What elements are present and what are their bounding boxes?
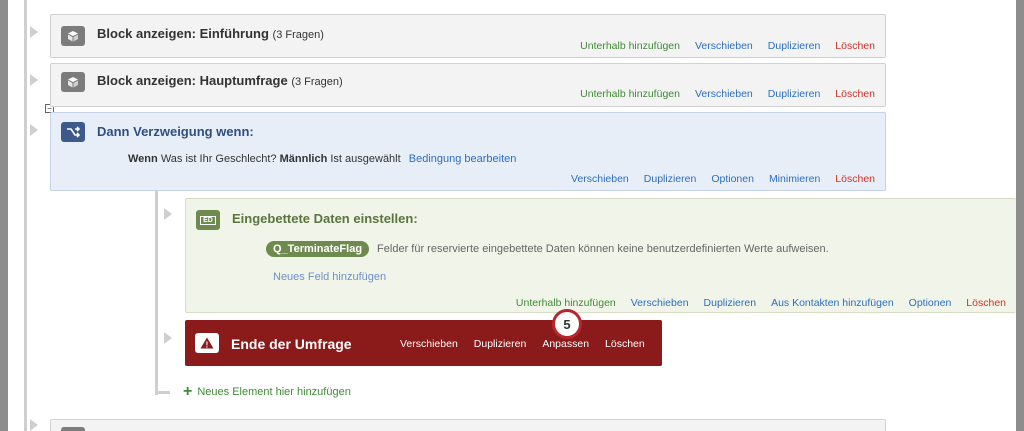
duplicate-link[interactable]: Duplizieren — [768, 40, 821, 52]
duplicate-link[interactable]: Duplizieren — [644, 173, 697, 185]
duplicate-link[interactable]: Duplizieren — [704, 297, 757, 309]
add-new-field-link[interactable]: Neues Feld hinzufügen — [273, 271, 386, 283]
flow-arrow — [30, 74, 38, 86]
delete-link[interactable]: Löschen — [835, 40, 875, 52]
delete-link[interactable]: Löschen — [966, 297, 1006, 309]
branch-icon — [61, 122, 85, 142]
block-cube-icon — [61, 26, 85, 46]
branch-line — [155, 190, 158, 395]
embedded-field-row: Q_TerminateFlag Felder für reservierte e… — [266, 241, 829, 257]
block-card-main: Block anzeigen: Hauptumfrage (3 Fragen) … — [50, 63, 886, 107]
duplicate-link[interactable]: Duplizieren — [768, 88, 821, 100]
plus-icon: + — [183, 383, 193, 400]
add-from-contacts-link[interactable]: Aus Kontakten hinzufügen — [771, 297, 894, 309]
delete-link[interactable]: Löschen — [835, 88, 875, 100]
add-below-link[interactable]: Unterhalb hinzufügen — [580, 40, 680, 52]
end-actions: Verschieben Duplizieren Anpassen Löschen — [400, 338, 645, 350]
options-link[interactable]: Optionen — [909, 297, 952, 309]
branch-card: Dann Verzweigung wenn: Wenn Was ist Ihr … — [50, 112, 886, 191]
embedded-data-card: ED Eingebettete Daten einstellen: Q_Term… — [185, 198, 1016, 313]
block-card-partial — [50, 419, 886, 431]
add-below-link[interactable]: Unterhalb hinzufügen — [516, 297, 616, 309]
warning-icon: ! — [195, 333, 219, 353]
minimize-link[interactable]: Minimieren — [769, 173, 820, 185]
block-question-count: (3 Fragen) — [291, 76, 343, 88]
block-cube-icon — [61, 72, 85, 92]
branch-actions: Verschieben Duplizieren Optionen Minimie… — [571, 173, 875, 185]
branch-condition: Wenn Was ist Ihr Geschlecht? Männlich Is… — [128, 153, 516, 165]
embedded-actions: Unterhalb hinzufügen Verschieben Duplizi… — [516, 297, 1006, 309]
block-cube-icon — [61, 427, 85, 431]
options-link[interactable]: Optionen — [711, 173, 754, 185]
edit-condition-link[interactable]: Bedingung bearbeiten — [409, 153, 517, 165]
flow-trunk-line — [24, 0, 27, 431]
add-new-element-row[interactable]: + Neues Element hier hinzufügen — [183, 383, 351, 401]
embedded-field-pill[interactable]: Q_TerminateFlag — [266, 241, 370, 257]
flow-arrow — [30, 26, 38, 38]
move-link[interactable]: Verschieben — [631, 297, 689, 309]
branch-title: Dann Verzweigung wenn: — [97, 124, 254, 139]
block-card-intro: Block anzeigen: Einführung (3 Fragen) Un… — [50, 14, 886, 58]
add-below-link[interactable]: Unterhalb hinzufügen — [580, 88, 680, 100]
move-link[interactable]: Verschieben — [695, 88, 753, 100]
move-link[interactable]: Verschieben — [695, 40, 753, 52]
block-question-count: (3 Fragen) — [272, 29, 324, 41]
condition-answer: Männlich — [279, 153, 328, 165]
branch-line-end — [155, 391, 170, 394]
embedded-data-title: Eingebettete Daten einstellen: — [232, 211, 418, 226]
flow-arrow — [30, 419, 38, 431]
add-new-element-link[interactable]: Neues Element hier hinzufügen — [197, 386, 350, 398]
block-actions: Unterhalb hinzufügen Verschieben Duplizi… — [580, 40, 875, 52]
svg-text:!: ! — [206, 341, 209, 350]
reserved-field-message: Felder für reservierte eingebettete Date… — [377, 243, 829, 255]
condition-keyword: Wenn — [128, 153, 158, 165]
end-of-survey-card: ! Ende der Umfrage Verschieben Duplizier… — [185, 320, 662, 366]
customize-link[interactable]: Anpassen — [542, 338, 589, 350]
delete-link[interactable]: Löschen — [605, 338, 645, 350]
delete-link[interactable]: Löschen — [835, 173, 875, 185]
embedded-data-icon: ED — [196, 210, 220, 230]
move-link[interactable]: Verschieben — [571, 173, 629, 185]
step-number-badge: 5 — [552, 309, 582, 339]
block-title: Block anzeigen: Hauptumfrage (3 Fragen) — [97, 73, 343, 88]
move-link[interactable]: Verschieben — [400, 338, 458, 350]
duplicate-link[interactable]: Duplizieren — [474, 338, 527, 350]
end-of-survey-title: Ende der Umfrage — [231, 336, 352, 352]
block-actions: Unterhalb hinzufügen Verschieben Duplizi… — [580, 88, 875, 100]
flow-arrow — [164, 332, 172, 344]
condition-state: Ist ausgewählt — [330, 153, 401, 165]
flow-arrow — [164, 208, 172, 220]
condition-question: Was ist Ihr Geschlecht? — [160, 153, 277, 165]
flow-arrow — [30, 124, 38, 136]
block-title: Block anzeigen: Einführung (3 Fragen) — [97, 26, 324, 41]
